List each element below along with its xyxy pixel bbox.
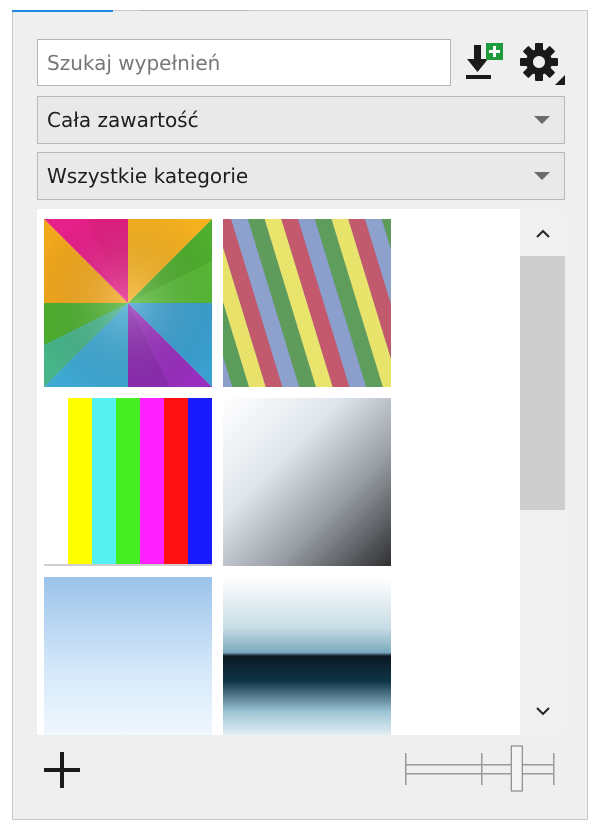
download-button[interactable] bbox=[461, 40, 507, 86]
content-dropdown-value: Cała zawartość bbox=[47, 108, 199, 132]
slider-tick bbox=[553, 753, 555, 785]
category-dropdown-value: Wszystkie kategorie bbox=[47, 164, 249, 188]
fill-tile-color-bars[interactable] bbox=[44, 398, 212, 566]
plus-icon bbox=[44, 752, 80, 788]
fill-tile-horizon-band[interactable] bbox=[223, 577, 391, 735]
fill-tile-sky-gradient[interactable] bbox=[44, 577, 212, 735]
fill-gallery bbox=[37, 209, 565, 735]
chevron-up-icon bbox=[535, 229, 550, 238]
add-fill-button[interactable] bbox=[37, 745, 87, 795]
fill-tile-radial-burst[interactable] bbox=[44, 219, 212, 387]
scrollbar-thumb[interactable] bbox=[520, 256, 565, 510]
content-dropdown[interactable]: Cała zawartość bbox=[37, 96, 565, 144]
slider-tick bbox=[405, 753, 407, 785]
slider-tick bbox=[481, 753, 483, 785]
fill-tile-diagonal-stripes[interactable] bbox=[223, 219, 391, 387]
slider-track-top bbox=[405, 764, 554, 766]
fill-tile-gradient-gray[interactable] bbox=[223, 398, 391, 566]
scroll-down-button[interactable] bbox=[520, 689, 565, 733]
active-tab-indicator bbox=[12, 10, 113, 12]
slider-track-bottom bbox=[405, 773, 554, 775]
thumbnail-size-slider[interactable] bbox=[402, 743, 558, 793]
gallery-scrollbar[interactable] bbox=[520, 209, 565, 735]
category-dropdown[interactable]: Wszystkie kategorie bbox=[37, 152, 565, 200]
chevron-down-icon bbox=[520, 153, 564, 199]
settings-button[interactable] bbox=[516, 40, 566, 86]
chevron-down-icon bbox=[520, 97, 564, 143]
slider-thumb[interactable] bbox=[510, 745, 523, 792]
scroll-up-button[interactable] bbox=[520, 212, 565, 256]
download-add-icon bbox=[466, 43, 503, 79]
search-field[interactable] bbox=[37, 39, 451, 86]
gear-icon bbox=[520, 43, 565, 85]
chevron-down-icon bbox=[535, 707, 550, 716]
search-input[interactable] bbox=[38, 40, 450, 85]
tab-divider bbox=[140, 10, 250, 11]
